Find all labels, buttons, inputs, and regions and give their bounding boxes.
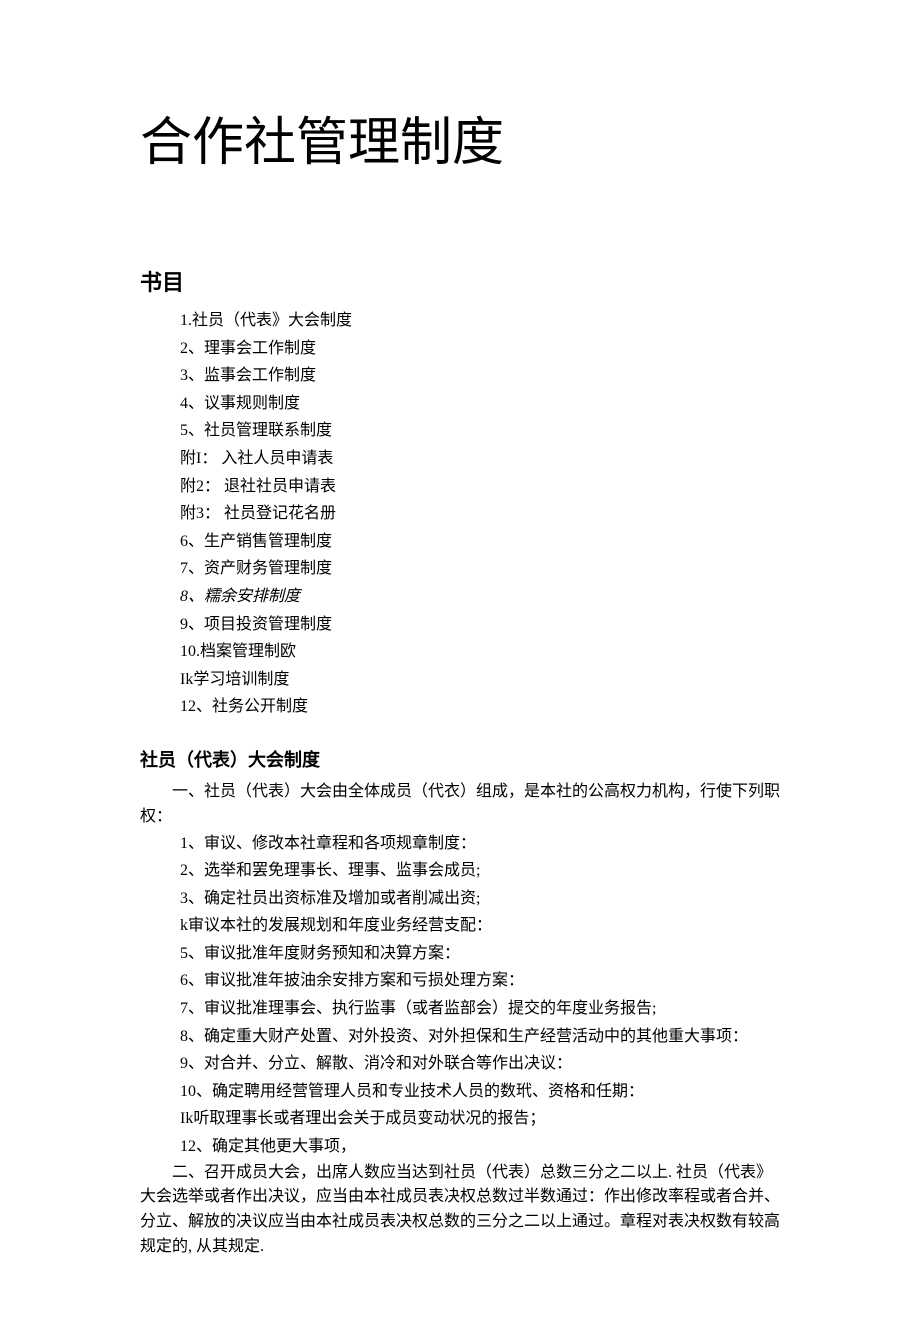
toc-item: 3、监事会工作制度 <box>180 362 780 390</box>
toc-item: 6、生产销售管理制度 <box>180 528 780 556</box>
section-item: 3、确定社员出资标准及增加或者削减出资; <box>180 885 780 913</box>
toc-item: 10.档案管理制欧 <box>180 638 780 666</box>
document-title: 合作社管理制度 <box>140 100 780 175</box>
toc-item: 附2： 退社社员申请表 <box>180 473 780 501</box>
section-title: 社员（代表）大会制度 <box>140 746 780 772</box>
toc-item: 2、理事会工作制度 <box>180 335 780 363</box>
toc-item: 7、资产财务管理制度 <box>180 555 780 583</box>
section-item: 8、确定重大财产处置、对外投资、对外担保和生产经营活动中的其他重大事项： <box>180 1023 780 1051</box>
toc-header: 书目 <box>140 265 780 297</box>
toc-item: 附3： 社员登记花名册 <box>180 500 780 528</box>
section-item: 10、确定聘用经营管理人员和专业技术人员的数玳、资格和任期： <box>180 1078 780 1106</box>
section-item: 12、确定其他更大事项， <box>180 1133 780 1161</box>
toc-item: 9、项目投资管理制度 <box>180 611 780 639</box>
section-item: 7、审议批准理事会、执行监事（或者监部会）提交的年度业务报告; <box>180 995 780 1023</box>
section-intro-line: 一、社员（代表）大会由全体成员（代衣）组成，是本社的公高权力机构，行使下列职 <box>140 780 780 805</box>
toc-item: 4、议事规则制度 <box>180 390 780 418</box>
toc-item: Ik学习培训制度 <box>180 666 780 694</box>
section-item: 6、审议批准年披油余安排方案和亏损处理方案： <box>180 967 780 995</box>
toc-item: 5、社员管理联系制度 <box>180 417 780 445</box>
section-item: Ik听取理事长或者理出会关于成员变动状况的报告； <box>180 1105 780 1133</box>
toc-list: 1.社员（代表》大会制度 2、理事会工作制度 3、监事会工作制度 4、议事规则制… <box>140 307 780 721</box>
section-item: 1、审议、修改本社章程和各项规章制度： <box>180 830 780 858</box>
section-item-list: 1、审议、修改本社章程和各项规章制度： 2、选举和罢免理事长、理事、监事会成员;… <box>140 830 780 1161</box>
toc-item: 8、糯余安排制度 <box>180 583 780 611</box>
toc-item: 12、社务公开制度 <box>180 693 780 721</box>
toc-item: 附I： 入社人员申请表 <box>180 445 780 473</box>
section-item: k审议本社的发展规划和年度业务经营支配： <box>180 912 780 940</box>
section-intro-line: 权： <box>140 805 780 830</box>
section-paragraph: 二、召开成员大会，出席人数应当达到社员（代表）总数三分之二以上. 社员（代表》大… <box>140 1161 780 1260</box>
toc-item: 1.社员（代表》大会制度 <box>180 307 780 335</box>
section-item: 9、对合并、分立、解散、消冷和对外联合等作出决议： <box>180 1050 780 1078</box>
section-item: 5、审议批准年度财务预知和决算方案： <box>180 940 780 968</box>
section-item: 2、选举和罢免理事长、理事、监事会成员; <box>180 857 780 885</box>
